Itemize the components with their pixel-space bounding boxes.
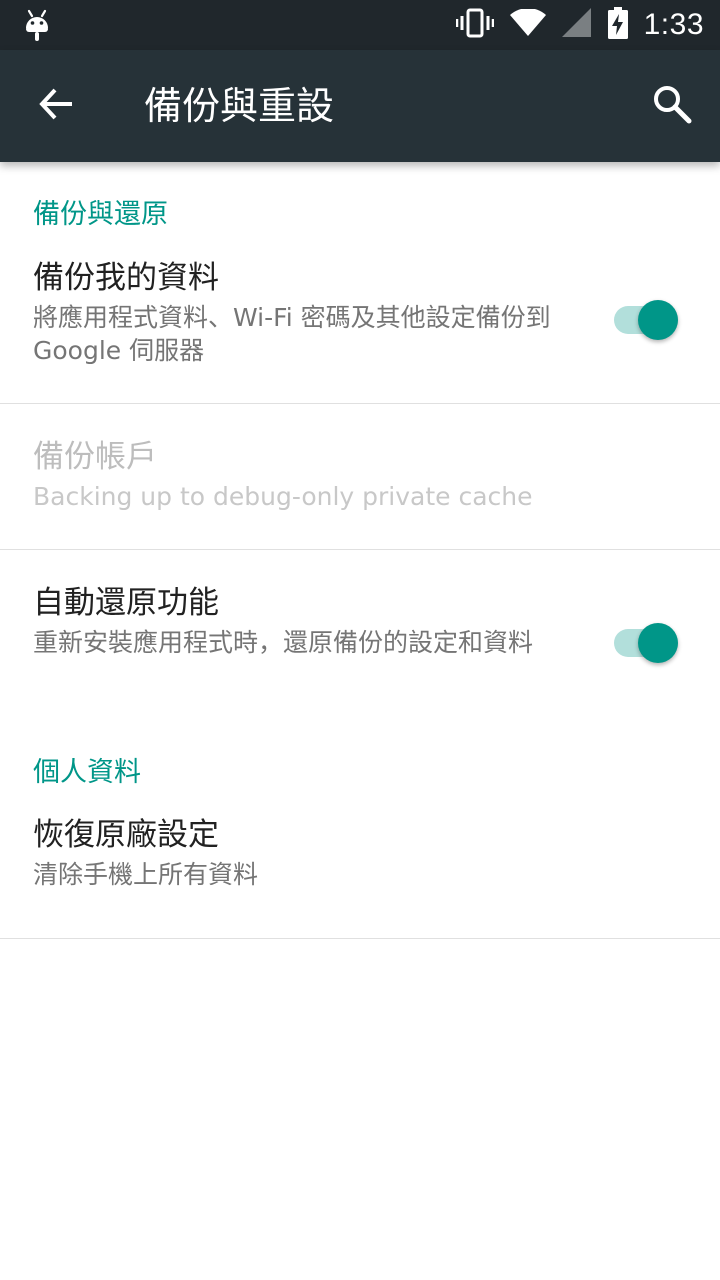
- search-button[interactable]: [646, 80, 698, 132]
- settings-list: 備份與還原 備份我的資料 將應用程式資料、Wi-Fi 密碼及其他設定備份到 Go…: [0, 162, 720, 939]
- back-button[interactable]: [32, 82, 80, 130]
- status-bar: 1:33: [0, 0, 720, 50]
- auto-restore-toggle-switch[interactable]: [612, 616, 682, 663]
- app-bar: 備份與重設: [0, 50, 720, 162]
- pref-title: 自動還原功能: [33, 585, 219, 621]
- pref-title: 備份我的資料: [33, 260, 219, 296]
- arrow-back-icon: [38, 86, 74, 126]
- page-title: 備份與重設: [144, 84, 335, 128]
- pref-summary: 重新安裝應用程式時，還原備份的設定和資料: [33, 628, 534, 657]
- pref-backup-my-data[interactable]: 備份我的資料 將應用程式資料、Wi-Fi 密碼及其他設定備份到 Google 伺…: [0, 257, 720, 403]
- cell-signal-icon: [561, 8, 592, 42]
- pref-auto-restore[interactable]: 自動還原功能 重新安裝應用程式時，還原備份的設定和資料: [0, 550, 720, 732]
- pref-summary: 將應用程式資料、Wi-Fi 密碼及其他設定備份到 Google 伺服器: [33, 303, 551, 365]
- pref-title: 備份帳戶: [33, 439, 157, 475]
- pref-title: 恢復原廠設定: [33, 817, 219, 853]
- category-header-backup: 備份與還原: [33, 199, 168, 230]
- pref-factory-reset[interactable]: 恢復原廠設定 清除手機上所有資料: [0, 814, 720, 938]
- battery-charging-icon: [607, 7, 628, 43]
- wifi-icon: [509, 8, 546, 41]
- search-icon: [652, 84, 692, 128]
- switch-thumb: [638, 623, 678, 663]
- vibrate-icon: [455, 8, 494, 42]
- backup-toggle-switch[interactable]: [612, 293, 682, 340]
- category-header-personal-data: 個人資料: [33, 757, 141, 788]
- pref-summary: 清除手機上所有資料: [33, 860, 259, 889]
- divider: [0, 938, 720, 939]
- switch-thumb: [638, 300, 678, 340]
- pref-backup-account: 備份帳戶 Backing up to debug-only private ca…: [0, 404, 720, 549]
- status-time: 1:33: [643, 8, 704, 41]
- android-icon: [22, 8, 52, 42]
- pref-summary: Backing up to debug-only private cache: [33, 482, 533, 511]
